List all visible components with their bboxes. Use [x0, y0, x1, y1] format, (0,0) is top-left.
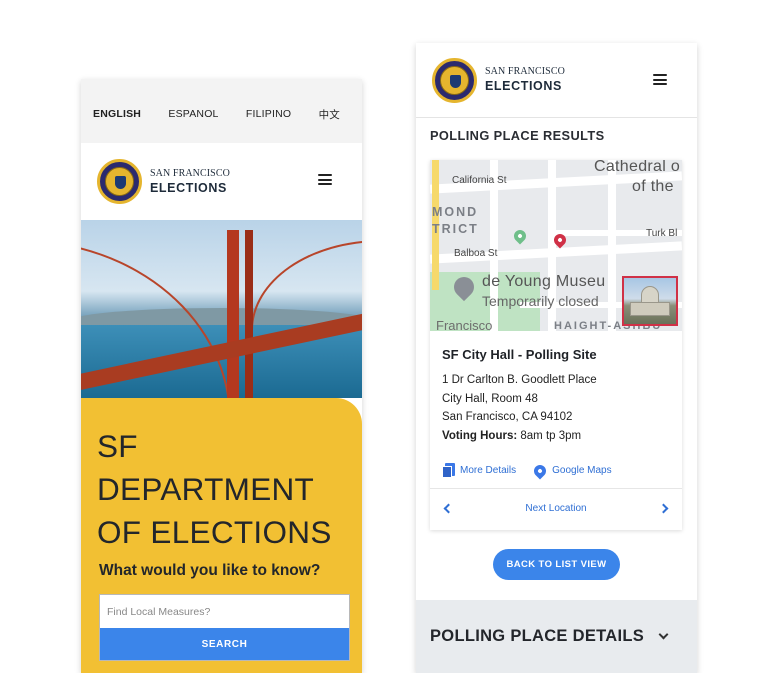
brand-line1: SAN FRANCISCO — [150, 167, 230, 179]
city-seal-logo[interactable] — [97, 159, 142, 204]
search-input[interactable] — [100, 595, 349, 628]
search-form: SEARCH — [99, 594, 350, 661]
site-name: SF City Hall - Polling Site — [442, 347, 597, 362]
chevron-down-icon — [658, 629, 669, 640]
more-details-link[interactable]: More Details — [442, 463, 516, 478]
page-title: SF DEPARTMENT OF ELECTIONS — [97, 428, 332, 550]
document-icon — [442, 463, 455, 478]
address-block: SF City Hall - Polling Site 1 Dr Carlton… — [430, 331, 682, 445]
details-heading: POLLING PLACE DETAILS — [430, 627, 645, 645]
map-label-california-st: California St — [452, 175, 507, 186]
address-line-1: 1 Dr Carlton B. Goodlett Place — [442, 374, 597, 386]
brand-line2: ELECTIONS — [150, 180, 227, 195]
brand-line2: ELECTIONS — [485, 79, 562, 94]
brand-wordmark[interactable]: SAN FRANCISCO ELECTIONS — [485, 67, 565, 93]
location-pager: Next Location — [430, 488, 682, 528]
city-hall-photo-thumbnail[interactable] — [622, 276, 678, 326]
polling-place-card: California St Cathedral o of the MOND TR… — [430, 160, 682, 530]
next-location-link[interactable]: Next Location — [525, 503, 586, 514]
map-label-district-1: MOND — [432, 205, 479, 219]
city-seal-logo[interactable] — [432, 57, 477, 103]
google-maps-label: Google Maps — [552, 465, 612, 476]
more-details-label: More Details — [460, 465, 517, 476]
map-label-cathedral: Cathedral o — [594, 160, 681, 175]
hamburger-menu-icon[interactable] — [653, 74, 667, 85]
map-label-museum: de Young Museu — [482, 273, 606, 290]
map-pin-icon — [531, 462, 549, 479]
polling-results-screen: SAN FRANCISCO ELECTIONS POLLING PLACE RE… — [416, 43, 697, 673]
page-subtitle: What would you like to know? — [99, 562, 321, 579]
voting-hours: Voting Hours: 8am tp 3pm — [442, 427, 670, 446]
site-header: SAN FRANCISCO ELECTIONS — [81, 143, 362, 220]
map-label-turk: Turk Bl — [646, 228, 678, 239]
brand-wordmark[interactable]: SAN FRANCISCO ELECTIONS — [150, 167, 230, 195]
lang-chinese[interactable]: 中文 — [319, 107, 340, 122]
search-button[interactable]: SEARCH — [100, 628, 349, 660]
site-header: SAN FRANCISCO ELECTIONS — [416, 43, 697, 118]
map-label-district-2: TRICT — [432, 222, 479, 236]
lang-filipino[interactable]: FILIPINO — [246, 108, 291, 120]
back-to-list-button[interactable]: BACK TO LIST VIEW — [493, 549, 620, 580]
golden-gate-hero-image — [81, 220, 362, 398]
lang-english[interactable]: ENGLISH — [93, 108, 141, 120]
map-label-francisco: Francisco — [436, 318, 493, 331]
home-screen: ENGLISH ESPANOL FILIPINO 中文 SAN FRANCISC… — [81, 79, 362, 673]
language-bar: ENGLISH ESPANOL FILIPINO 中文 — [81, 79, 362, 143]
chevron-right-icon[interactable] — [658, 503, 669, 514]
google-maps-link[interactable]: Google Maps — [531, 462, 612, 479]
map-label-balboa: Balboa St — [454, 248, 498, 259]
location-map[interactable]: California St Cathedral o of the MOND TR… — [430, 160, 682, 331]
hamburger-menu-icon[interactable] — [318, 174, 332, 185]
brand-line1: SAN FRANCISCO — [485, 66, 565, 78]
polling-place-details-accordion[interactable]: POLLING PLACE DETAILS — [416, 600, 697, 673]
hero-panel: SF DEPARTMENT OF ELECTIONS What would yo… — [81, 398, 362, 673]
results-heading: POLLING PLACE RESULTS — [430, 128, 605, 143]
voting-hours-label: Voting Hours: — [442, 429, 518, 442]
address-line-3: San Francisco, CA 94102 — [442, 411, 573, 423]
voting-hours-value: 8am tp 3pm — [520, 429, 582, 442]
address-line-2: City Hall, Room 48 — [442, 392, 538, 405]
map-label-of-the: of the — [632, 178, 674, 195]
action-links: More Details Google Maps — [430, 445, 682, 483]
lang-espanol[interactable]: ESPANOL — [168, 108, 218, 120]
chevron-left-icon[interactable] — [443, 503, 454, 514]
map-label-closed: Temporarily closed — [482, 293, 599, 309]
